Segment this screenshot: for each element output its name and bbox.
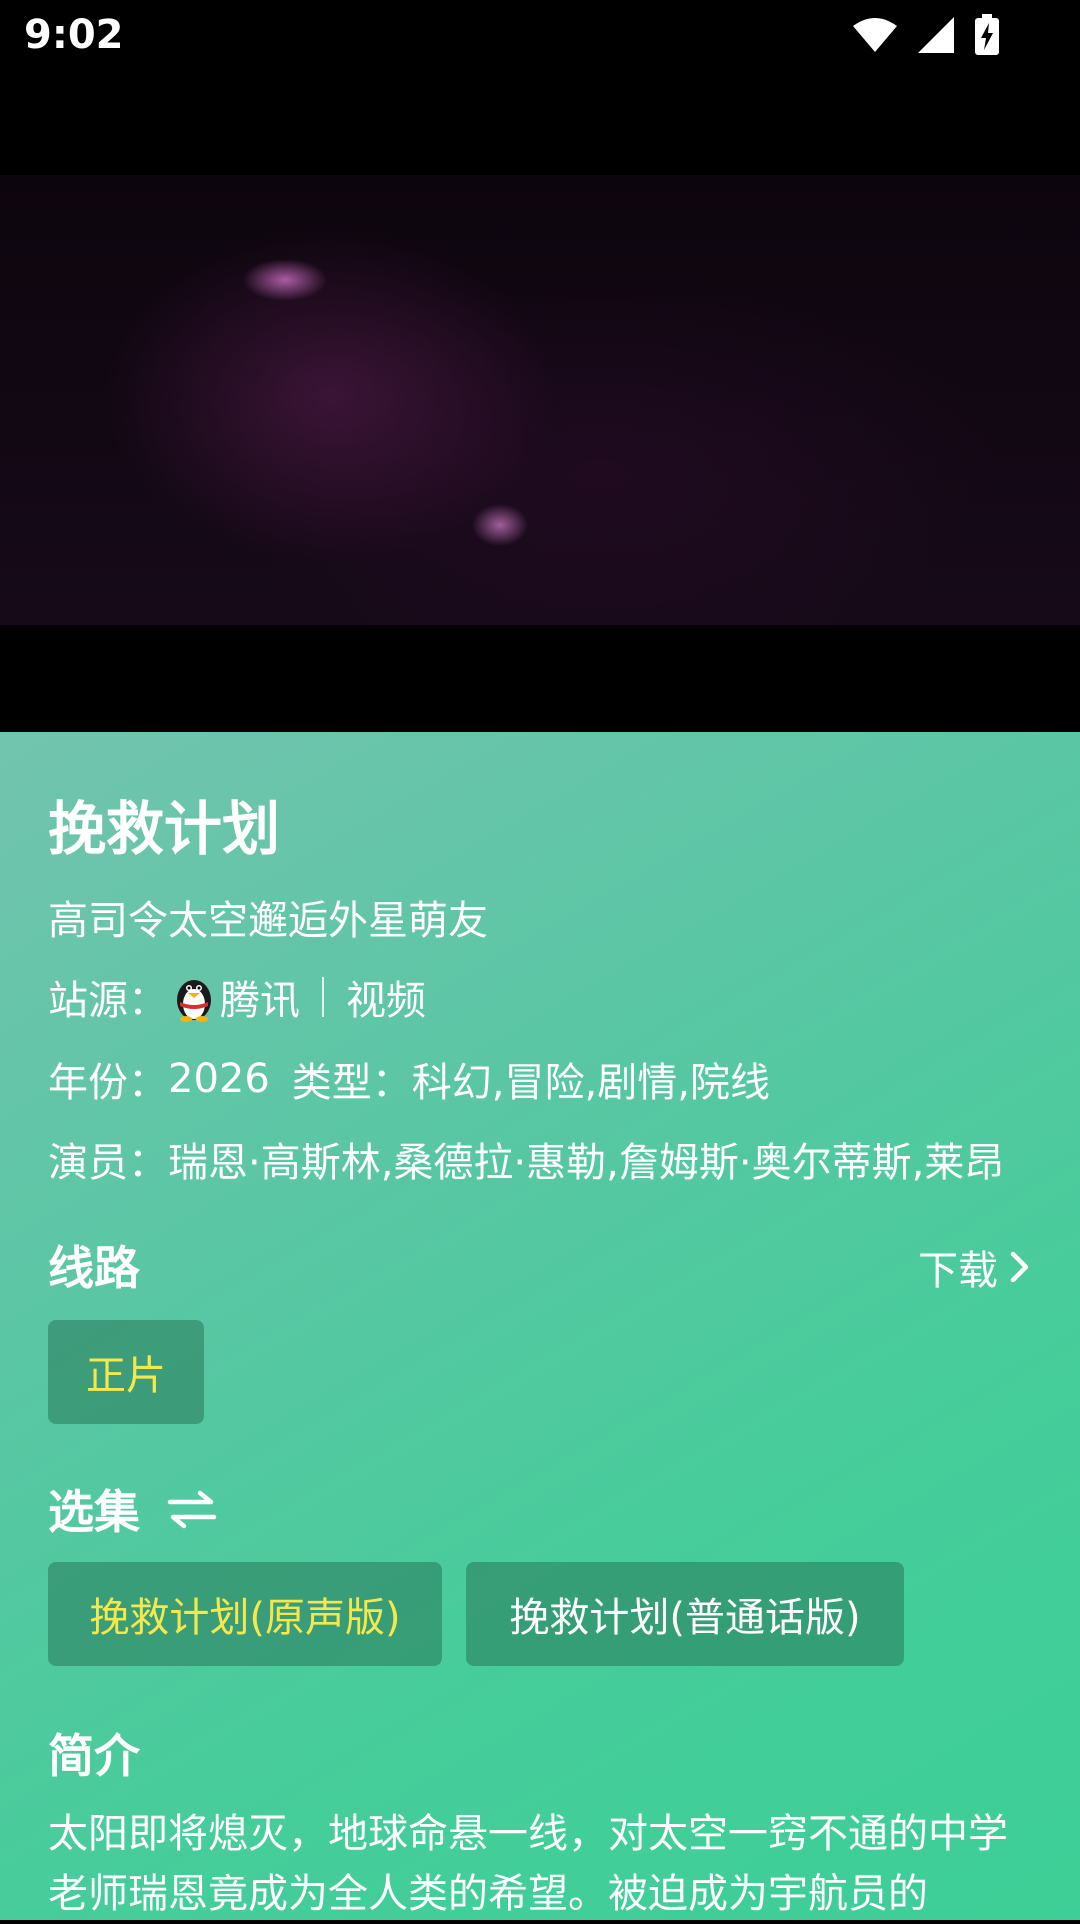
route-section-title: 线路 xyxy=(48,1241,140,1295)
year-genre-row: 年份： 2026 类型： 科幻,冒险,剧情,院线 xyxy=(48,1050,770,1108)
episode-item-original[interactable]: 挽救计划(原声版) xyxy=(48,1562,442,1666)
video-frame[interactable] xyxy=(0,175,1080,625)
status-icons xyxy=(852,14,1000,56)
actors-label: 演员： xyxy=(48,1140,168,1186)
movie-subtitle: 高司令太空邂逅外星萌友 xyxy=(48,898,488,944)
year-value: 2026 xyxy=(168,1056,270,1102)
chevron-right-icon xyxy=(1010,1251,1029,1283)
swap-order-icon[interactable] xyxy=(166,1489,218,1529)
battery-charging-icon xyxy=(975,14,999,55)
episode-item-mandarin[interactable]: 挽救计划(普通话版) xyxy=(466,1562,904,1666)
download-button[interactable]: 下载 xyxy=(918,1238,1032,1296)
video-player[interactable] xyxy=(0,72,1080,732)
status-bar: 9:02 xyxy=(0,0,1080,72)
wifi-icon xyxy=(853,18,897,52)
intro-section-title: 简介 xyxy=(48,1729,140,1783)
genre-value: 科幻,冒险,剧情,院线 xyxy=(411,1060,770,1106)
source-label: 站源： xyxy=(48,978,168,1024)
source-divider xyxy=(322,977,324,1017)
genre-label: 类型： xyxy=(291,1060,412,1106)
source-name: 腾讯 xyxy=(220,978,300,1024)
movie-title: 挽救计划 xyxy=(48,795,281,863)
actors-row: 演员： 瑞恩·高斯林,桑德拉·惠勒,詹姆斯·奥尔蒂斯,莱昂 xyxy=(48,1130,1004,1188)
episodes-section-title: 选集 xyxy=(48,1476,218,1542)
source-type: 视频 xyxy=(346,978,426,1024)
signal-icon xyxy=(918,17,954,53)
route-option-zhengpian[interactable]: 正片 xyxy=(48,1320,204,1424)
actors-value: 瑞恩·高斯林,桑德拉·惠勒,詹姆斯·奥尔蒂斯,莱昂 xyxy=(168,1140,1005,1186)
episodes-title: 选集 xyxy=(48,1485,140,1539)
info-panel: 挽救计划 高司令太空邂逅外星萌友 站源： 腾讯 视频 年份： 2026 类型： … xyxy=(0,732,1080,1920)
download-label: 下载 xyxy=(918,1248,998,1294)
status-time: 9:02 xyxy=(24,12,124,58)
penguin-icon xyxy=(177,980,211,1022)
year-label: 年份： xyxy=(48,1060,168,1106)
intro-text: 太阳即将熄灭，地球命悬一线，对太空一窍不通的中学老师瑞恩竟成为全人类的希望。被迫… xyxy=(48,1811,1008,1917)
source-row: 站源： 腾讯 视频 xyxy=(48,968,426,1026)
